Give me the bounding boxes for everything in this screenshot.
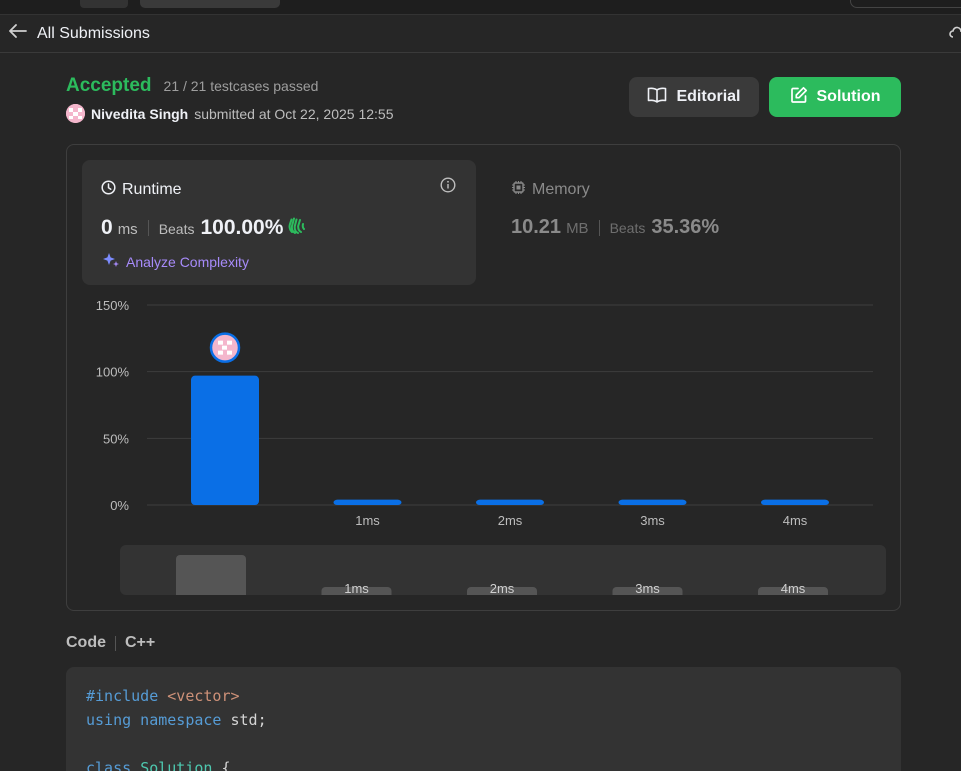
memory-values: 10.21 MB Beats 35.36%	[511, 216, 719, 239]
chip-icon	[511, 180, 526, 200]
distribution-scrubber[interactable]: 1ms 2ms 3ms 4ms	[120, 545, 886, 595]
chart-bar	[761, 499, 829, 505]
avatar-pixel	[218, 340, 223, 345]
avatar-pixel	[222, 345, 227, 350]
all-submissions-link[interactable]: All Submissions	[9, 24, 150, 43]
code-token: Solution	[140, 759, 213, 771]
chart-bar	[333, 499, 402, 505]
submitter-info: Nivedita Singh submitted at Oct 22, 2025…	[66, 104, 393, 123]
code-line: using namespace std;	[86, 708, 881, 732]
mini-tick-label: 4ms	[781, 581, 806, 595]
divider	[598, 219, 600, 236]
y-tick-label: 50%	[103, 431, 129, 446]
performance-card: Runtime 0 ms Beats 100.00% Analyze Compl…	[66, 144, 901, 611]
code-label: Code	[66, 634, 106, 651]
runtime-values: 0 ms Beats 100.00%	[101, 216, 307, 240]
memory-beats-label: Beats	[609, 220, 646, 236]
divider	[115, 635, 116, 651]
editorial-label: Editorial	[676, 88, 741, 105]
browser-tab-strip	[0, 0, 961, 14]
runtime-panel[interactable]: Runtime 0 ms Beats 100.00% Analyze Compl…	[82, 160, 476, 285]
x-tick-label: 4ms	[783, 513, 808, 528]
code-line	[86, 732, 881, 756]
mini-distribution-chart: 1ms 2ms 3ms 4ms	[176, 555, 828, 595]
x-tick-label: 2ms	[498, 513, 523, 528]
submitter-name[interactable]: Nivedita Singh	[91, 106, 188, 122]
clock-icon	[101, 180, 116, 200]
avatar[interactable]	[66, 104, 85, 123]
editorial-button[interactable]: Editorial	[629, 77, 759, 117]
testcases-passed: 21 / 21 testcases passed	[163, 78, 319, 94]
arrow-left-icon	[9, 24, 27, 43]
status-accepted: Accepted	[66, 75, 152, 96]
clap-icon	[287, 216, 307, 239]
memory-unit: MB	[566, 220, 589, 237]
chart-bar	[191, 375, 259, 505]
y-tick-label: 150%	[96, 298, 130, 313]
avatar-pixel	[218, 350, 223, 355]
code-token: class	[86, 759, 141, 771]
memory-heading[interactable]: Memory	[511, 180, 590, 200]
code-viewer[interactable]: #include <vector> using namespace std; cl…	[66, 667, 901, 771]
x-tick-label: 3ms	[640, 513, 665, 528]
runtime-unit: ms	[117, 221, 138, 238]
submission-status-row: Accepted 21 / 21 testcases passed	[66, 75, 318, 97]
code-line: class Solution {	[86, 756, 881, 771]
code-language: C++	[125, 634, 156, 651]
code-header: Code C++	[66, 634, 155, 652]
submitted-at: submitted at Oct 22, 2025 12:55	[194, 105, 394, 122]
solution-button[interactable]: Solution	[769, 77, 901, 117]
sparkle-icon	[102, 251, 120, 272]
runtime-distribution-chart: 0% 50% 100% 150% 1ms 2ms 3ms 4ms	[96, 298, 873, 528]
edit-icon	[790, 86, 808, 109]
mini-tick-label: 1ms	[344, 581, 369, 595]
code-token: using namespace	[86, 711, 231, 729]
analyze-complexity-label: Analyze Complexity	[126, 253, 249, 270]
code-line: #include <vector>	[86, 684, 881, 708]
all-submissions-label: All Submissions	[37, 24, 150, 42]
solution-label: Solution	[816, 88, 881, 105]
x-tick-label: 1ms	[355, 513, 380, 528]
runtime-label: Runtime	[122, 181, 182, 198]
submission-nav: All Submissions	[0, 15, 961, 53]
user-avatar-marker	[209, 332, 241, 363]
y-tick-label: 100%	[96, 365, 130, 380]
code-token: <vector>	[167, 687, 240, 705]
code-token: #include	[86, 687, 168, 705]
memory-value: 10.21	[511, 216, 562, 238]
submission-panel: All Submissions Accepted 21 / 21 testcas…	[0, 14, 961, 771]
chart-bar	[618, 499, 687, 505]
analyze-complexity-link[interactable]: Analyze Complexity	[102, 251, 249, 272]
tab-partial[interactable]	[80, 0, 128, 8]
tab-active-partial[interactable]	[140, 0, 280, 8]
runtime-beats-value: 100.00%	[200, 216, 284, 239]
mini-tick-label: 3ms	[635, 581, 660, 595]
divider	[147, 220, 149, 236]
chart-bar	[476, 499, 544, 505]
mini-bar	[176, 555, 246, 595]
runtime-value: 0	[101, 216, 113, 239]
runtime-beats-label: Beats	[158, 221, 195, 237]
cloud-icon[interactable]	[949, 25, 961, 44]
memory-beats-value: 35.36%	[651, 216, 720, 238]
runtime-heading: Runtime	[101, 180, 182, 200]
memory-label: Memory	[532, 181, 590, 198]
y-tick-label: 0%	[110, 498, 129, 513]
mini-tick-label: 2ms	[490, 581, 515, 595]
avatar-pixel	[227, 350, 232, 355]
book-open-icon	[647, 87, 667, 108]
top-right-control[interactable]	[850, 0, 961, 8]
avatar-pixel	[227, 340, 232, 345]
code-token: {	[212, 759, 231, 771]
code-token: std;	[230, 711, 267, 729]
info-icon[interactable]	[440, 177, 456, 198]
